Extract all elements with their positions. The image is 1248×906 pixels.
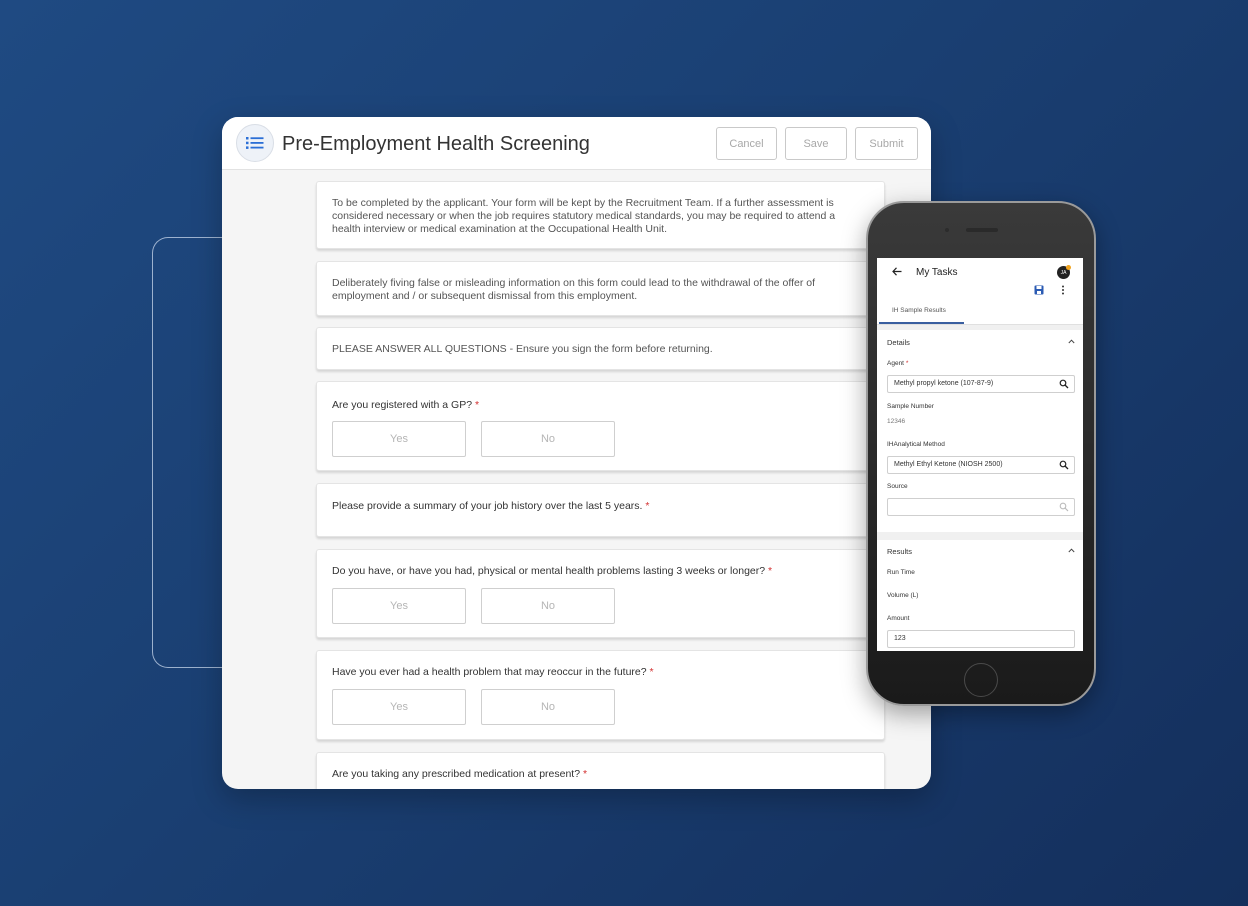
sample-number-value: 12346 bbox=[887, 418, 906, 425]
form-header: Pre-Employment Health Screening Cancel S… bbox=[222, 117, 931, 170]
submit-button[interactable]: Submit bbox=[855, 127, 918, 160]
source-label: Source bbox=[887, 483, 908, 490]
save-icon[interactable] bbox=[1034, 285, 1044, 295]
intro-card: To be completed by the applicant. Your f… bbox=[316, 181, 885, 249]
amount-field[interactable]: 123 bbox=[887, 630, 1075, 648]
speaker bbox=[966, 228, 998, 232]
tab-ih-sample-results[interactable]: IH Sample Results bbox=[879, 302, 964, 324]
form-window: Pre-Employment Health Screening Cancel S… bbox=[222, 117, 931, 789]
home-button[interactable] bbox=[964, 663, 998, 697]
question-card-medication: Are you taking any prescribed medication… bbox=[316, 752, 885, 789]
question-card-health-problems: Do you have, or have you had, physical o… bbox=[316, 549, 885, 638]
notice-text: PLEASE ANSWER ALL QUESTIONS - Ensure you… bbox=[332, 343, 713, 355]
warning-text: Deliberately fiving false or misleading … bbox=[332, 277, 816, 302]
avatar[interactable]: JA bbox=[1057, 265, 1071, 279]
yes-button[interactable]: Yes bbox=[332, 421, 466, 457]
yes-button[interactable]: Yes bbox=[332, 588, 466, 624]
required-marker: * bbox=[649, 666, 654, 678]
question-card-reoccur: Have you ever had a health problem that … bbox=[316, 650, 885, 740]
warning-card: Deliberately fiving false or misleading … bbox=[316, 261, 885, 316]
sample-number-label: Sample Number bbox=[887, 403, 934, 410]
question-text: Are you registered with a GP? * bbox=[332, 399, 480, 411]
question-text: Have you ever had a health problem that … bbox=[332, 666, 654, 678]
required-marker: * bbox=[582, 768, 588, 780]
source-field[interactable] bbox=[887, 498, 1075, 516]
question-card-job-history[interactable]: Please provide a summary of your job his… bbox=[316, 483, 885, 537]
no-button[interactable]: No bbox=[481, 689, 615, 725]
amount-label: Amount bbox=[887, 615, 910, 622]
question-card-gp: Are you registered with a GP? * Yes No bbox=[316, 381, 885, 471]
phone-title: My Tasks bbox=[916, 267, 958, 278]
chevron-up-icon[interactable] bbox=[1068, 548, 1075, 553]
phone-screen: My Tasks JA IH Sample Results Details Ag… bbox=[877, 258, 1083, 651]
question-text: Do you have, or have you had, physical o… bbox=[332, 565, 773, 577]
details-section-title[interactable]: Details bbox=[887, 338, 910, 347]
required-marker: * bbox=[645, 500, 650, 512]
question-text: Are you taking any prescribed medication… bbox=[332, 768, 588, 780]
menu-button[interactable] bbox=[236, 124, 274, 162]
results-section-title[interactable]: Results bbox=[887, 547, 912, 556]
required-marker: * bbox=[475, 399, 480, 411]
agent-field[interactable]: Methyl propyl ketone (107-87-9) bbox=[887, 375, 1075, 393]
back-arrow-icon[interactable] bbox=[892, 267, 902, 276]
notification-dot bbox=[1066, 265, 1071, 270]
cancel-button[interactable]: Cancel bbox=[716, 127, 777, 160]
no-button[interactable]: No bbox=[481, 588, 615, 624]
no-button[interactable]: No bbox=[481, 421, 615, 457]
section-gap bbox=[877, 532, 1083, 540]
page-title: Pre-Employment Health Screening bbox=[282, 133, 590, 155]
search-icon[interactable] bbox=[1059, 502, 1069, 512]
more-vertical-icon[interactable] bbox=[1061, 285, 1065, 295]
run-time-label: Run Time bbox=[887, 569, 915, 576]
phone-app-bar: My Tasks JA bbox=[877, 258, 1083, 286]
agent-label: Agent * bbox=[887, 360, 909, 367]
search-icon[interactable] bbox=[1059, 379, 1069, 389]
save-button[interactable]: Save bbox=[785, 127, 847, 160]
yes-button[interactable]: Yes bbox=[332, 689, 466, 725]
chevron-up-icon[interactable] bbox=[1068, 339, 1075, 344]
list-icon bbox=[246, 137, 264, 149]
method-field[interactable]: Methyl Ethyl Ketone (NIOSH 2500) bbox=[887, 456, 1075, 474]
search-icon[interactable] bbox=[1059, 460, 1069, 470]
required-marker: * bbox=[768, 565, 773, 577]
question-text: Please provide a summary of your job his… bbox=[332, 500, 650, 512]
phone-device: My Tasks JA IH Sample Results Details Ag… bbox=[866, 201, 1096, 706]
section-gap bbox=[877, 325, 1083, 330]
notice-card: PLEASE ANSWER ALL QUESTIONS - Ensure you… bbox=[316, 327, 885, 370]
camera bbox=[945, 228, 949, 232]
intro-text: To be completed by the applicant. Your f… bbox=[332, 197, 836, 235]
volume-label: Volume (L) bbox=[887, 592, 919, 599]
method-label: IHAnalytical Method bbox=[887, 441, 945, 448]
